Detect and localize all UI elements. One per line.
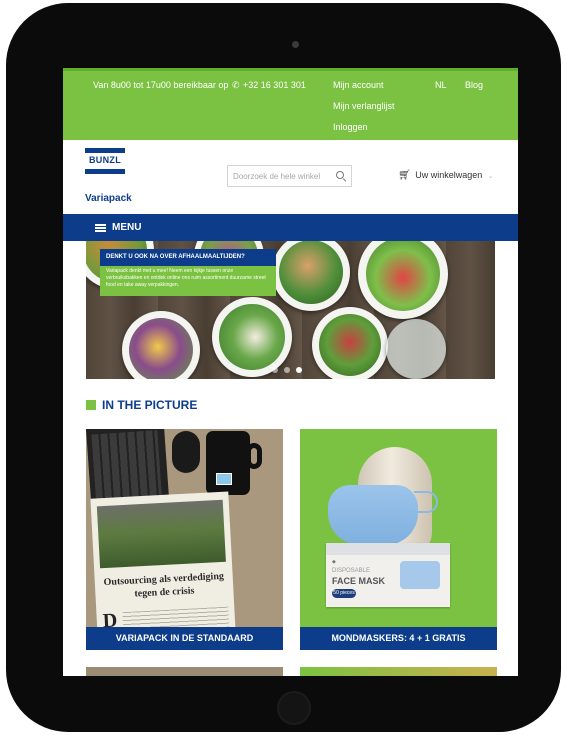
camera-icon bbox=[292, 41, 299, 48]
news-card-mondmaskers[interactable]: ◆ DISPOSABLE FACE MASK 50 pieces MONDMAS… bbox=[300, 429, 497, 650]
phone-link[interactable]: +32 16 301 301 bbox=[243, 80, 306, 90]
box-line1: DISPOSABLE bbox=[332, 568, 371, 574]
box-mask-picture bbox=[400, 561, 440, 589]
hamburger-icon[interactable] bbox=[95, 224, 106, 232]
search-input[interactable]: Doorzoek de hele winkel bbox=[227, 165, 352, 187]
logo-brand-text: BUNZL bbox=[89, 155, 121, 165]
search-icon[interactable] bbox=[336, 171, 344, 179]
top-bar: Van 8u00 tot 17u00 bereikbaar op ✆ +32 1… bbox=[63, 68, 518, 140]
salad-bowl bbox=[122, 311, 200, 379]
mouse-image bbox=[172, 431, 200, 473]
menu-bar[interactable]: MENU bbox=[63, 214, 518, 241]
wishlist-link[interactable]: Mijn verlanglijst bbox=[333, 101, 395, 122]
section-title: IN THE PICTURE bbox=[86, 398, 197, 412]
box-line2: FACE MASK bbox=[332, 576, 386, 586]
salad-bowl bbox=[386, 319, 446, 379]
promo-body: Variapack denkt met u mee! Neem een kijk… bbox=[100, 266, 276, 296]
cart-label: Uw winkelwagen bbox=[415, 170, 483, 180]
section-square-icon bbox=[86, 400, 96, 410]
box-count-badge: 50 pieces bbox=[332, 589, 356, 598]
promo-box[interactable]: DENKT U OOK NA OVER AFHAALMAALTIJDEN? Va… bbox=[100, 249, 276, 296]
newspaper-image: Outsourcing als verdediging tegen de cri… bbox=[90, 491, 236, 639]
search-placeholder: Doorzoek de hele winkel bbox=[233, 172, 321, 181]
home-button[interactable] bbox=[277, 691, 311, 725]
contact-line: Van 8u00 tot 17u00 bereikbaar op ✆ +32 1… bbox=[93, 80, 306, 91]
news-card-standaard[interactable]: Outsourcing als verdediging tegen de cri… bbox=[86, 429, 283, 650]
menu-label[interactable]: MENU bbox=[112, 222, 141, 233]
face-mask-image bbox=[328, 485, 438, 545]
phone-icon: ✆ bbox=[231, 80, 240, 90]
account-links: Mijn account Mijn verlanglijst Inloggen bbox=[333, 80, 395, 143]
carousel-dot[interactable] bbox=[272, 367, 278, 373]
salad-bowl bbox=[312, 307, 388, 379]
screen: Van 8u00 tot 17u00 bereikbaar op ✆ +32 1… bbox=[63, 68, 518, 676]
box-brand-mark: ◆ bbox=[332, 559, 336, 565]
newspaper-photo bbox=[96, 499, 226, 569]
logo-subtitle: Variapack bbox=[85, 193, 132, 204]
cart-icon: 🛒︎ bbox=[398, 170, 411, 181]
newspaper-headline: Outsourcing als verdediging tegen de cri… bbox=[103, 570, 225, 600]
hours-text: Van 8u00 tot 17u00 bereikbaar op bbox=[93, 80, 229, 90]
card-caption[interactable]: VARIAPACK IN DE STANDAARD bbox=[86, 627, 283, 650]
chevron-down-icon: ⌄ bbox=[487, 173, 494, 180]
bunzl-logo[interactable]: BUNZL bbox=[85, 148, 125, 174]
blog-link[interactable]: Blog bbox=[465, 80, 483, 90]
hero-banner[interactable]: DENKT U OOK NA OVER AFHAALMAALTIJDEN? Va… bbox=[86, 241, 495, 379]
next-card-peek[interactable] bbox=[86, 667, 283, 676]
mask-box-image: ◆ DISPOSABLE FACE MASK 50 pieces bbox=[326, 543, 450, 607]
carousel-dot[interactable] bbox=[284, 367, 290, 373]
carousel-dot-active[interactable] bbox=[296, 367, 302, 373]
language-selector[interactable]: NL bbox=[435, 80, 447, 90]
my-account-link[interactable]: Mijn account bbox=[333, 80, 395, 101]
carousel-dots bbox=[272, 360, 308, 378]
mug-image bbox=[206, 431, 262, 495]
section-title-text: IN THE PICTURE bbox=[102, 398, 198, 412]
card-caption[interactable]: MONDMASKERS: 4 + 1 GRATIS bbox=[300, 627, 497, 650]
next-card-peek[interactable] bbox=[300, 667, 497, 676]
site-header: BUNZL Variapack Doorzoek de hele winkel … bbox=[63, 140, 518, 214]
promo-title: DENKT U OOK NA OVER AFHAALMAALTIJDEN? bbox=[106, 254, 245, 260]
cart-button[interactable]: 🛒︎ Uw winkelwagen ⌄ bbox=[398, 170, 494, 181]
